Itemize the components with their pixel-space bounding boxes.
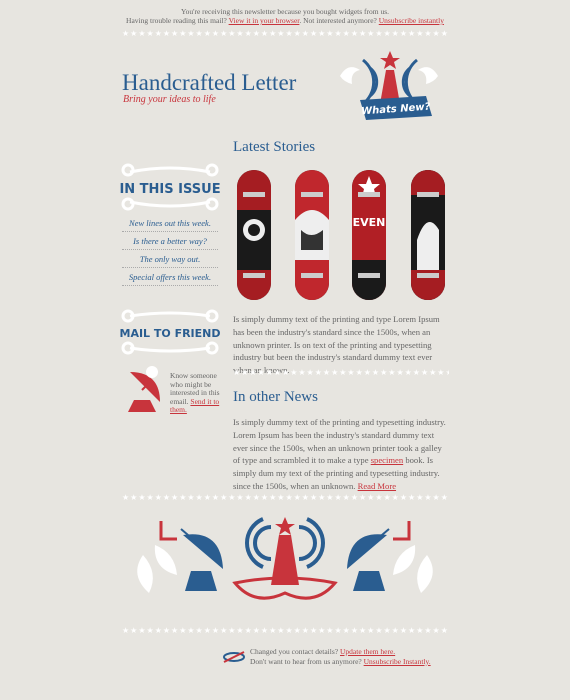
not-interested-text: Not interested anymore? (303, 16, 377, 25)
page-title: Handcrafted Letter (122, 70, 297, 95)
latest-body: Is simply dummy text of the printing and… (233, 314, 440, 376)
other-news-heading: In other News (233, 389, 318, 405)
footer-line2: Don't want to hear from us anymore? Unsu… (250, 657, 431, 667)
know-someone-block: Know someone who might be interested in … (170, 371, 222, 415)
star-divider: ★★★★★★★★★★★★★★★★★★★★★★★★★★★★★★★★★★★★★★★★ (122, 494, 448, 502)
skateboard-2[interactable] (295, 170, 329, 300)
dont-want-text: Don't want to hear from us anymore? (250, 656, 362, 666)
preheader-line1: You're receiving this newsletter because… (180, 7, 390, 16)
satellite-dish-icon (128, 366, 160, 412)
whats-new-badge: Whats New? (340, 51, 438, 120)
specimen-link[interactable]: specimen (371, 455, 403, 465)
sidebar-item-new-lines[interactable]: New lines out this week. (122, 216, 218, 232)
preheader-line2: Having trouble reading this mail? View i… (126, 16, 444, 25)
sidebar-item-better-way[interactable]: Is there a better way? (122, 234, 218, 250)
skateboard-4[interactable] (411, 170, 445, 300)
mail-to-friend-banner: MAIL TO FRIEND (120, 309, 220, 355)
star-divider: ★★★★★★★★★★★★★★★★★★★★★★★★★★★★★★★★★★★★★★★★ (122, 627, 448, 635)
skateboard-text: EVEN (353, 216, 386, 229)
mail-to-friend-label: MAIL TO FRIEND (120, 327, 220, 340)
in-this-issue-label: IN THIS ISSUE (120, 182, 220, 197)
footer-satellite-icon (223, 651, 245, 663)
changed-details-text: Changed you contact details? (250, 647, 339, 656)
skateboard-1[interactable] (237, 170, 271, 300)
update-details-link[interactable]: Update them here. (340, 647, 395, 656)
unsubscribe-footer-link[interactable]: Unsubscribe Instantly. (364, 657, 431, 666)
trouble-text: Having trouble reading this mail? (126, 16, 227, 25)
star-divider: ★★★★★★★★★★★★★★★★★★★★★★★★★★★★ (233, 369, 449, 377)
view-in-browser-link[interactable]: View it in your browser (229, 16, 300, 25)
sidebar-item-special-offers[interactable]: Special offers this week. (122, 270, 218, 286)
page-subtitle: Bring your ideas to life (123, 94, 216, 105)
read-more-link[interactable]: Read More (358, 481, 396, 491)
footer-text: Changed you contact details? Update them… (250, 647, 431, 666)
sidebar-item-only-way[interactable]: The only way out. (122, 252, 218, 268)
latest-heading: Latest Stories (233, 139, 316, 155)
star-divider: ★★★★★★★★★★★★★★★★★★★★★★★★★★★★★★★★★★★★★★★★ (122, 30, 448, 38)
other-news-body: Is simply dummy text of the printing and… (233, 416, 449, 493)
skateboard-3[interactable]: EVEN (352, 170, 386, 300)
footer-illustration (137, 517, 433, 600)
in-this-issue-banner: IN THIS ISSUE (120, 163, 220, 211)
unsubscribe-top-link[interactable]: Unsubscribe instantly (379, 16, 444, 25)
footer-line1: Changed you contact details? Update them… (250, 647, 431, 657)
